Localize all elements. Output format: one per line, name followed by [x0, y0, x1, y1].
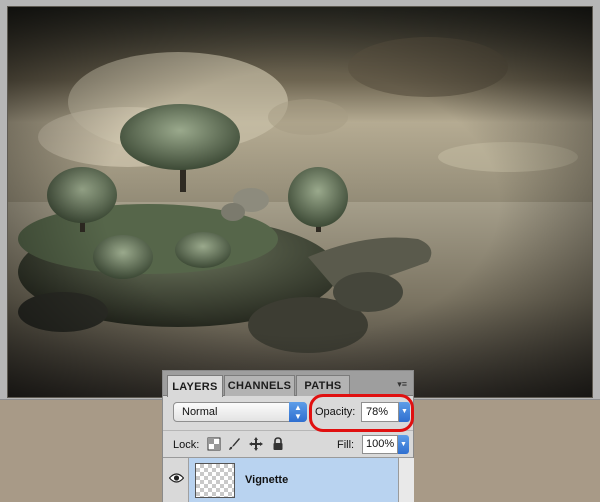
lock-image-pixels-icon[interactable] — [227, 437, 241, 451]
opacity-label: Opacity: — [315, 406, 356, 418]
lock-transparent-pixels-icon[interactable] — [207, 437, 221, 451]
fill-label: Fill: — [337, 439, 355, 451]
opacity-dropdown-icon[interactable]: ▼ — [399, 402, 410, 422]
photo-manipulation-image — [8, 7, 592, 397]
panel-menu-icon[interactable]: ▾≡ — [397, 379, 407, 390]
blend-mode-stepper-icon[interactable]: ▲ ▼ — [289, 402, 307, 422]
panel-tab-bar: LAYERS CHANNELS PATHS ▾≡ — [163, 371, 413, 397]
tab-paths[interactable]: PATHS — [296, 375, 350, 396]
layer-visibility-toggle[interactable] — [163, 458, 189, 502]
layer-thumbnail[interactable] — [195, 463, 235, 498]
lock-label: Lock: — [173, 439, 200, 451]
blend-mode-select[interactable]: Normal ▲ ▼ — [173, 402, 307, 422]
fill-dropdown-icon[interactable]: ▼ — [398, 435, 409, 454]
lock-position-icon[interactable] — [249, 437, 263, 451]
layer-name[interactable]: Vignette — [245, 474, 288, 486]
blend-opacity-row: Normal ▲ ▼ Opacity: 78% ▼ — [163, 397, 413, 431]
lock-all-padlock-icon[interactable] — [271, 437, 285, 451]
blend-mode-value: Normal — [182, 406, 218, 418]
eye-icon — [169, 473, 184, 483]
layer-row-vignette[interactable]: Vignette — [163, 458, 399, 502]
document-window — [0, 0, 600, 400]
lock-fill-row: Lock: Fill: 100% ▼ — [163, 432, 413, 458]
fill-input[interactable]: 100% — [362, 435, 398, 454]
layers-scrollbar[interactable] — [399, 458, 414, 502]
tab-layers[interactable]: LAYERS — [167, 375, 223, 397]
image-canvas — [7, 6, 593, 398]
opacity-input[interactable]: 78% — [361, 402, 399, 422]
layers-panel: LAYERS CHANNELS PATHS ▾≡ Normal ▲ ▼ Opaci… — [162, 370, 414, 502]
tab-channels[interactable]: CHANNELS — [224, 375, 295, 396]
